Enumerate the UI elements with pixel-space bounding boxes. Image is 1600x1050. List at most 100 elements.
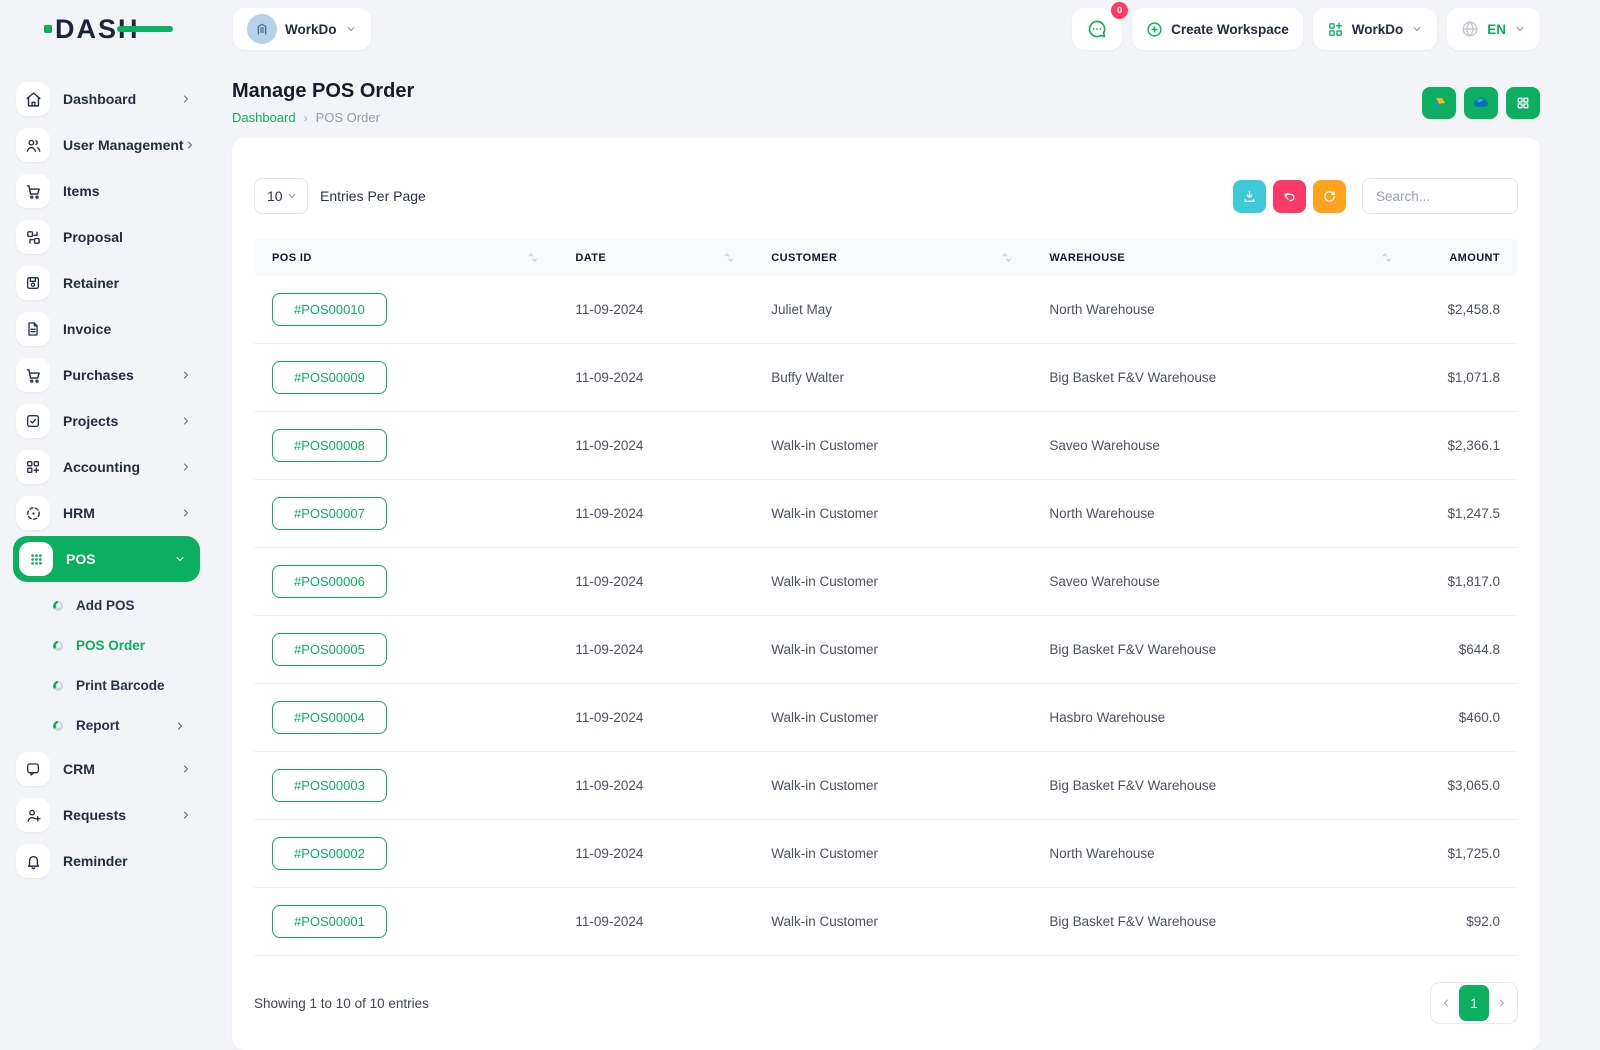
sidebar-item-icon [16, 798, 50, 832]
column-header-customer[interactable]: CUSTOMER [753, 239, 1031, 276]
sidebar-subitem-print-barcode[interactable]: Print Barcode [16, 672, 198, 699]
create-workspace-button[interactable]: Create Workspace [1132, 8, 1303, 50]
sidebar-subitem-label: Print Barcode [76, 678, 165, 693]
sidebar-item-requests[interactable]: Requests [16, 798, 198, 832]
sidebar-item-label: Dashboard [63, 91, 136, 107]
messages-button[interactable]: 0 [1072, 8, 1122, 50]
entries-summary: Showing 1 to 10 of 10 entries [254, 996, 429, 1011]
sidebar-item-proposal[interactable]: Proposal [16, 220, 198, 254]
pos-id-link[interactable]: #POS00008 [272, 429, 387, 462]
workspace-name: WorkDo [285, 22, 337, 37]
breadcrumb: Dashboard › POS Order [232, 110, 414, 125]
amount-cell: $92.0 [1411, 888, 1518, 956]
table-row: #POS00008 11-09-2024 Walk-in Customer Sa… [254, 412, 1518, 480]
sidebar-item-label: POS [66, 551, 96, 567]
customer-cell: Buffy Walter [753, 344, 1031, 412]
google-drive-icon [1430, 94, 1448, 112]
warehouse-cell: Hasbro Warehouse [1031, 684, 1410, 752]
sidebar-subitem-report[interactable]: Report [16, 712, 198, 739]
sidebar-subitem-add-pos[interactable]: Add POS [16, 592, 198, 619]
search-input[interactable] [1362, 178, 1518, 214]
table-controls: 10 Entries Per Page [254, 178, 1518, 214]
reset-button[interactable] [1273, 180, 1306, 213]
sidebar-item-projects[interactable]: Projects [16, 404, 198, 438]
chevron-left-icon [1440, 997, 1452, 1009]
sidebar-item-items[interactable]: Items [16, 174, 198, 208]
date-cell: 11-09-2024 [557, 820, 753, 888]
sidebar-item-label: HRM [63, 505, 95, 521]
pos-id-link[interactable]: #POS00002 [272, 837, 387, 870]
column-header-date[interactable]: DATE [557, 239, 753, 276]
logo-accent-bar [117, 26, 173, 32]
sidebar-item-crm[interactable]: CRM [16, 752, 198, 786]
sidebar-item-label: Projects [63, 413, 118, 429]
refresh-button[interactable] [1313, 180, 1346, 213]
column-header-amount[interactable]: AMOUNT [1411, 239, 1518, 276]
entries-per-page-select[interactable]: 10 [254, 178, 308, 214]
sidebar-item-icon [16, 220, 50, 254]
chat-icon [1087, 19, 1107, 39]
export-button[interactable] [1233, 180, 1266, 213]
sidebar-item-pos[interactable]: POS [13, 536, 200, 582]
pos-id-link[interactable]: #POS00005 [272, 633, 387, 666]
sort-icon [1380, 251, 1393, 264]
next-page-button[interactable] [1489, 985, 1515, 1021]
sidebar-item-reminder[interactable]: Reminder [16, 844, 198, 878]
pos-id-link[interactable]: #POS00006 [272, 565, 387, 598]
pos-id-link[interactable]: #POS00004 [272, 701, 387, 734]
column-label: AMOUNT [1449, 252, 1500, 264]
chevron-down-icon [345, 23, 357, 35]
sidebar-item-label: Requests [63, 807, 126, 823]
amount-cell: $1,725.0 [1411, 820, 1518, 888]
sidebar-item-icon [16, 404, 50, 438]
table-footer: Showing 1 to 10 of 10 entries 1 [254, 982, 1518, 1024]
sidebar-item-invoice[interactable]: Invoice [16, 312, 198, 346]
customer-cell: Walk-in Customer [753, 412, 1031, 480]
workspace-selector[interactable]: WorkDo [233, 8, 371, 50]
pos-id-link[interactable]: #POS00001 [272, 905, 387, 938]
language-label: EN [1487, 22, 1506, 37]
logo-accent-dot [44, 25, 52, 33]
sidebar-item-hrm[interactable]: HRM [16, 496, 198, 530]
date-cell: 11-09-2024 [557, 888, 753, 956]
sidebar-item-label: Items [63, 183, 100, 199]
breadcrumb-current: POS Order [316, 110, 380, 125]
prev-page-button[interactable] [1433, 985, 1459, 1021]
sidebar-item-label: Proposal [63, 229, 123, 245]
sidebar-item-dashboard[interactable]: Dashboard [16, 82, 198, 116]
column-header-warehouse[interactable]: WAREHOUSE [1031, 239, 1410, 276]
table-row: #POS00007 11-09-2024 Walk-in Customer No… [254, 480, 1518, 548]
breadcrumb-dashboard-link[interactable]: Dashboard [232, 110, 296, 125]
sidebar-item-purchases[interactable]: Purchases [16, 358, 198, 392]
sidebar-item-icon [16, 312, 50, 346]
sidebar-subitem-label: POS Order [76, 638, 145, 653]
pos-id-link[interactable]: #POS00007 [272, 497, 387, 530]
chevron-right-icon [180, 415, 198, 427]
sidebar-item-user-management[interactable]: User Management [16, 128, 198, 162]
chevron-right-icon [180, 461, 198, 473]
sidebar-item-accounting[interactable]: Accounting [16, 450, 198, 484]
customer-cell: Walk-in Customer [753, 820, 1031, 888]
customer-cell: Walk-in Customer [753, 616, 1031, 684]
pos-id-link[interactable]: #POS00010 [272, 293, 387, 326]
sidebar-item-retainer[interactable]: Retainer [16, 266, 198, 300]
customer-cell: Juliet May [753, 276, 1031, 344]
entries-per-page-label: Entries Per Page [320, 188, 426, 204]
current-page-button[interactable]: 1 [1459, 985, 1489, 1021]
language-selector[interactable]: EN [1447, 8, 1540, 50]
app-menu-button[interactable]: WorkDo [1313, 8, 1438, 50]
onedrive-button[interactable] [1464, 87, 1498, 119]
table-header-row: POS ID DATE CUSTOMER WAREHOUSE AMOUNT [254, 239, 1518, 276]
column-header-pos-id[interactable]: POS ID [254, 239, 557, 276]
column-label: CUSTOMER [771, 252, 837, 264]
google-drive-button[interactable] [1422, 87, 1456, 119]
sidebar-subitem-pos-order[interactable]: POS Order [16, 632, 198, 659]
building-icon [254, 21, 270, 37]
date-cell: 11-09-2024 [557, 548, 753, 616]
pos-id-link[interactable]: #POS00003 [272, 769, 387, 802]
sidebar-subitem-label: Report [76, 718, 120, 733]
apps-grid-button[interactable] [1506, 87, 1540, 119]
amount-cell: $1,247.5 [1411, 480, 1518, 548]
pos-id-link[interactable]: #POS00009 [272, 361, 387, 394]
chevron-down-icon [286, 190, 298, 202]
